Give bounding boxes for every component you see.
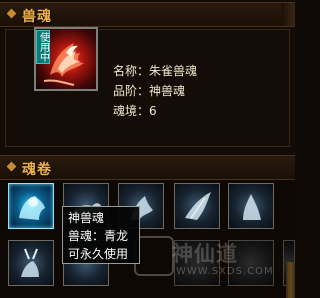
beast-soul-panel: 兽魂 使用中 名称：朱雀兽魂 品阶：神兽魂 魂境：6 魂卷 神仙道 WWW.SX… xyxy=(0,0,295,298)
watermark-logo xyxy=(134,236,174,276)
tooltip-duration: 可永久使用 xyxy=(68,247,129,261)
header-endcap xyxy=(281,3,295,26)
header-diamond-icon xyxy=(6,161,17,172)
scrollbar[interactable] xyxy=(286,262,295,298)
ice-lion-icon[interactable] xyxy=(8,183,54,229)
header-diamond-icon xyxy=(6,8,17,19)
beast-soul-title: 兽魂 xyxy=(22,9,52,25)
tooltip-grade: 神兽魂 xyxy=(68,211,105,225)
watermark-url: WWW.SXDS.COM xyxy=(176,266,274,277)
soul-level-line: 魂境：6 xyxy=(113,104,157,118)
tooltip-soul-name: 兽魂：青龙 xyxy=(68,229,129,243)
spirit-deer-icon[interactable] xyxy=(8,240,54,286)
soul-scroll-title: 魂卷 xyxy=(22,162,52,178)
soul-tooltip: 神兽魂 兽魂：青龙 可永久使用 xyxy=(62,206,140,264)
spirit-wolf-icon[interactable] xyxy=(228,183,274,229)
spirit-wings-icon[interactable] xyxy=(174,183,220,229)
soul-grade-line: 品阶：神兽魂 xyxy=(113,84,186,98)
beast-soul-header: 兽魂 xyxy=(0,2,295,27)
soul-scroll-header: 魂卷 xyxy=(0,155,295,180)
in-use-badge: 使用中 xyxy=(36,30,50,64)
watermark-text: 神仙道 xyxy=(172,242,238,266)
soul-name-line: 名称：朱雀兽魂 xyxy=(113,64,198,78)
